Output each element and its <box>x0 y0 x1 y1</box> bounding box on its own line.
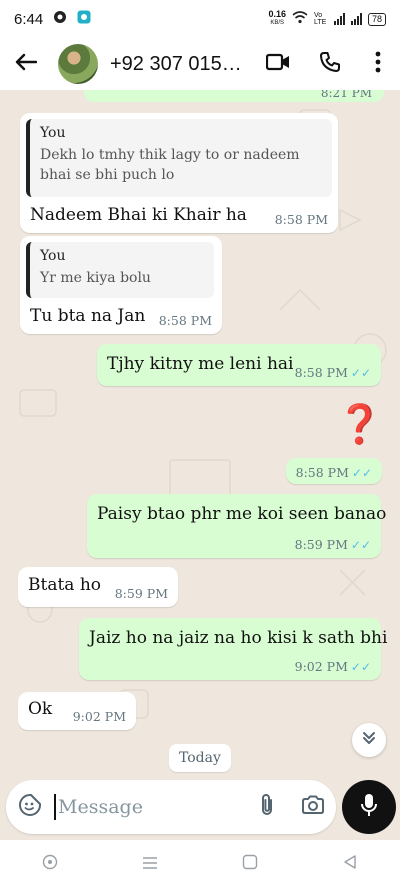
status-time: 6:44 <box>14 10 44 28</box>
circle-dot-icon <box>42 854 58 874</box>
message-time: 8:58 PM <box>294 365 348 380</box>
reply-author: You <box>40 248 66 264</box>
attach-button[interactable] <box>244 780 290 834</box>
camera-button[interactable] <box>290 780 336 834</box>
menu-icon <box>142 855 158 874</box>
nav-assistant-button[interactable] <box>30 844 70 884</box>
message-time: 8:58 PM <box>274 212 328 227</box>
read-ticks-icon: ✓✓ <box>350 366 371 380</box>
message-outgoing[interactable]: Tjhy kitny me leni hai 8:58 PM ✓✓ <box>97 344 381 386</box>
camera-icon <box>301 795 325 819</box>
message-time: 8:59 PM <box>114 586 168 601</box>
message-outgoing[interactable]: Paisy btao phr me koi seen banao 8:59 PM… <box>87 494 386 558</box>
read-ticks-icon: ✓✓ <box>350 538 371 552</box>
nav-home-button[interactable] <box>230 844 270 884</box>
signal-1-icon <box>333 13 345 25</box>
message-input[interactable] <box>58 796 238 818</box>
wifi-icon <box>292 11 308 27</box>
contact-name[interactable]: +92 307 015… <box>110 53 250 76</box>
message-outgoing[interactable]: 8:58 PM ✓✓ <box>286 458 382 484</box>
message-text: Ok <box>28 699 53 719</box>
more-options-button[interactable] <box>356 38 400 90</box>
square-home-icon <box>242 854 258 874</box>
voice-call-button[interactable] <box>304 38 356 90</box>
nav-menu-button[interactable] <box>130 844 170 884</box>
scroll-to-bottom-button[interactable] <box>352 723 386 757</box>
read-ticks-icon: ✓✓ <box>350 660 371 674</box>
text-cursor <box>54 794 56 820</box>
message-incoming[interactable]: You Yr me kiya bolu Tu bta na Jan 8:58 P… <box>20 236 222 334</box>
arrow-left-icon <box>15 53 38 76</box>
emoji-text: ❓ <box>336 402 384 446</box>
message-outgoing[interactable]: Jaiz ho na jaiz na ho kisi k sath bhi 9:… <box>79 618 387 680</box>
triangle-back-icon <box>342 854 358 874</box>
message-time: 8:58 PM <box>295 465 349 480</box>
message-meta: 9:02 PM ✓✓ <box>295 659 371 674</box>
paperclip-icon <box>259 793 275 821</box>
message-time: 8:59 PM <box>294 537 348 552</box>
reply-text: Dekh lo tmhy thik lagy to or nadeem bhai… <box>40 147 300 183</box>
network-label: Vo LTE <box>313 12 327 26</box>
message-time: 8:21 PM <box>320 90 372 100</box>
message-text: Btata ho <box>28 575 102 595</box>
reply-quote[interactable]: You Dekh lo tmhy thik lagy to or nadeem … <box>26 119 332 197</box>
signal-2-icon <box>350 13 362 25</box>
sticker-icon <box>18 793 42 821</box>
avatar[interactable] <box>58 44 98 84</box>
message-meta: 8:58 PM ✓✓ <box>295 365 371 380</box>
message-text: Paisy btao phr me koi seen banao <box>97 504 387 524</box>
message-text: Jaiz ho na jaiz na ho kisi k sath bhi <box>89 628 388 648</box>
more-vert-icon <box>375 51 381 78</box>
phone-icon <box>319 51 341 78</box>
message-time: 9:02 PM <box>294 659 348 674</box>
message-incoming[interactable]: You Dekh lo tmhy thik lagy to or nadeem … <box>20 113 338 233</box>
nav-back-button[interactable] <box>330 844 370 884</box>
message-emoji[interactable]: ❓ <box>336 402 383 447</box>
message-text: Tu bta na Jan <box>30 306 146 326</box>
message-time: 9:02 PM <box>72 709 126 724</box>
reply-text: Yr me kiya bolu <box>40 270 151 286</box>
voice-message-button[interactable] <box>342 780 396 834</box>
data-speed: 0.16 KB/S <box>268 9 286 27</box>
date-chip: Today <box>169 744 231 772</box>
message-input-bar <box>6 780 336 834</box>
composer <box>0 780 400 836</box>
double-chevron-down-icon <box>361 730 377 750</box>
message-incoming[interactable]: Btata ho 8:59 PM <box>18 567 178 607</box>
mic-icon <box>360 793 378 821</box>
chat-header: +92 307 015… <box>0 38 400 90</box>
chat-area[interactable]: 8:21 PM You Dekh lo tmhy thik lagy to or… <box>0 90 400 780</box>
reply-quote[interactable]: You Yr me kiya bolu <box>26 242 214 298</box>
back-button[interactable] <box>0 38 52 90</box>
partial-message[interactable]: 8:21 PM <box>84 90 384 102</box>
message-incoming[interactable]: Ok 9:02 PM <box>18 692 136 730</box>
video-call-icon <box>265 53 290 76</box>
system-nav-bar <box>0 840 400 888</box>
video-call-button[interactable] <box>252 38 304 90</box>
message-text: Tjhy kitny me leni hai <box>107 354 294 374</box>
sticker-button[interactable] <box>6 780 54 834</box>
reply-author: You <box>40 125 66 141</box>
message-meta: 8:59 PM ✓✓ <box>295 537 371 552</box>
chrome-icon <box>53 10 67 28</box>
message-time: 8:58 PM <box>158 313 212 328</box>
app-notification-icon <box>77 10 91 28</box>
battery-icon: 78 <box>367 12 386 26</box>
read-ticks-icon: ✓✓ <box>351 466 372 480</box>
status-bar: 6:44 0.16 KB/S Vo LTE 78 <box>0 0 400 38</box>
message-text: Nadeem Bhai ki Khair ha <box>30 205 247 225</box>
message-meta: 8:58 PM ✓✓ <box>296 465 372 480</box>
